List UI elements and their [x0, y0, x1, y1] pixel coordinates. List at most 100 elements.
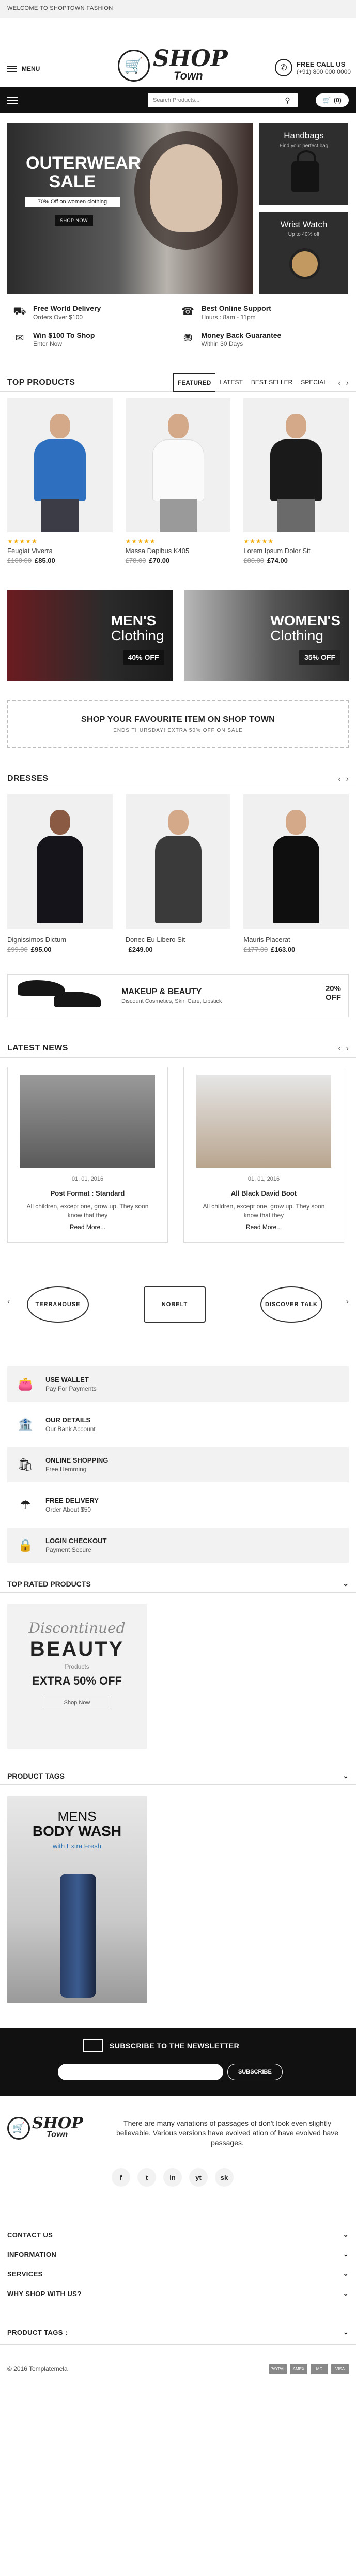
- footer-link-contact[interactable]: CONTACT US ⌄: [0, 2225, 356, 2244]
- product-image[interactable]: [243, 398, 349, 532]
- skype-icon[interactable]: sk: [215, 2168, 234, 2187]
- product-card[interactable]: ★★★★★ Feugiat Viverra £100.00 £85.00: [7, 398, 113, 564]
- chevron-right-icon[interactable]: ›: [346, 379, 349, 388]
- mens-banner-title: MEN'S Clothing: [111, 613, 164, 643]
- chevron-right-icon[interactable]: ›: [346, 1297, 349, 1307]
- read-more-link[interactable]: Read More...: [196, 1223, 331, 1231]
- brand-logo[interactable]: TERRAHOUSE: [7, 1274, 109, 1336]
- product-card[interactable]: Mauris Placerat £177.00 £163.00: [243, 794, 349, 953]
- makeup-offer-off: OFF: [326, 993, 341, 1002]
- news-title[interactable]: All Black David Boot: [196, 1189, 331, 1197]
- brand-carousel: ‹ TERRAHOUSE NOBELT DISCOVER TALK ›: [0, 1243, 356, 1336]
- watch-banner[interactable]: Wrist Watch Up to 40% off: [259, 212, 348, 294]
- bodywash-banner[interactable]: MENS BODY WASH with Extra Fresh: [7, 1796, 147, 2003]
- bodywash-title: MENS BODY WASH: [7, 1809, 147, 1839]
- news-image[interactable]: [196, 1075, 331, 1168]
- call-info: ✆ FREE CALL US (+91) 800 000 0000: [274, 59, 351, 76]
- womens-title-a: WOMEN'S: [270, 612, 340, 629]
- subscribe-button[interactable]: SUBSCRIBE: [227, 2064, 283, 2080]
- tab-best-seller[interactable]: BEST SELLER: [247, 373, 297, 392]
- makeup-banner[interactable]: MAKEUP & BEAUTY Discount Cosmetics, Skin…: [7, 974, 349, 1017]
- chevron-left-icon[interactable]: ‹: [338, 379, 340, 388]
- news-image[interactable]: [20, 1075, 155, 1168]
- chevron-right-icon[interactable]: ›: [346, 775, 349, 784]
- phone-icon: ✆: [274, 59, 292, 76]
- product-image[interactable]: [125, 794, 231, 929]
- product-name[interactable]: Dignissimos Dictum: [7, 936, 113, 944]
- chevron-right-icon[interactable]: ›: [346, 1044, 349, 1054]
- product-image[interactable]: [7, 398, 113, 532]
- news-list: 01, 01, 2016 Post Format : Standard All …: [0, 1058, 356, 1243]
- product-card[interactable]: ★★★★★ Lorem Ipsum Dolor Sit £88.00 £74.00: [243, 398, 349, 564]
- cart-logo-icon: 🛒: [118, 50, 150, 82]
- category-menu-icon[interactable]: [7, 97, 18, 104]
- shop-now-button[interactable]: SHOP NOW: [55, 215, 93, 226]
- new-price: £70.00: [149, 557, 170, 564]
- dresses-header: DRESSES ‹ ›: [0, 769, 356, 788]
- product-image[interactable]: [243, 794, 349, 929]
- bag-icon: 🛍: [17, 1457, 34, 1472]
- top-rated-toggle[interactable]: TOP RATED PRODUCTS ⌄: [0, 1575, 356, 1593]
- site-logo[interactable]: 🛒 SHOP Town: [118, 42, 237, 89]
- product-price: £99.00 £95.00: [7, 946, 113, 953]
- product-card[interactable]: Dignissimos Dictum £99.00 £95.00: [7, 794, 113, 953]
- brand-logo[interactable]: DISCOVER TALK: [241, 1274, 342, 1336]
- news-card[interactable]: 01, 01, 2016 All Black David Boot All ch…: [183, 1067, 344, 1243]
- favourite-promo[interactable]: SHOP YOUR FAVOURITE ITEM ON SHOP TOWN EN…: [7, 700, 349, 748]
- womens-clothing-banner[interactable]: WOMEN'S Clothing 35% OFF: [183, 590, 349, 681]
- amex-icon: AMEX: [290, 2364, 307, 2374]
- footer-logo[interactable]: 🛒 SHOP Town: [7, 2116, 95, 2140]
- news-title[interactable]: Post Format : Standard: [20, 1189, 155, 1197]
- product-name[interactable]: Donec Eu Libero Sit: [126, 936, 231, 944]
- product-name[interactable]: Lorem Ipsum Dolor Sit: [243, 547, 349, 555]
- product-name[interactable]: Feugiat Viverra: [7, 547, 113, 555]
- makeup-offer-pct: 20%: [325, 984, 341, 993]
- beauty-banner[interactable]: Discontinued BEAUTY Products EXTRA 50% O…: [7, 1604, 147, 1749]
- footer-link-information[interactable]: INFORMATION ⌄: [0, 2244, 356, 2264]
- product-card[interactable]: Donec Eu Libero Sit £249.00: [125, 794, 231, 953]
- lock-icon: 🔒: [18, 1538, 33, 1552]
- tab-featured[interactable]: FEATURED: [173, 373, 216, 392]
- old-price: £78.00: [125, 557, 146, 564]
- twitter-icon[interactable]: t: [137, 2168, 156, 2187]
- carousel-arrows: ‹ ›: [338, 775, 349, 784]
- footer-link-services[interactable]: SERVICES ⌄: [0, 2264, 356, 2284]
- product-image[interactable]: [125, 398, 231, 532]
- chevron-left-icon[interactable]: ‹: [338, 775, 340, 784]
- newsletter-email-input[interactable]: [58, 2064, 223, 2080]
- footer-logo-main: SHOP: [32, 2114, 83, 2132]
- chevron-left-icon[interactable]: ‹: [338, 1044, 340, 1054]
- product-tags-title: PRODUCT TAGS: [7, 1771, 65, 1780]
- feature-item: ⛃ Money Back Guarantee Within 30 Days: [181, 331, 349, 348]
- facebook-icon[interactable]: f: [112, 2168, 130, 2187]
- product-name[interactable]: Massa Dapibus K405: [126, 547, 231, 555]
- tab-latest[interactable]: LATEST: [215, 373, 246, 392]
- handbags-title: Handbags: [284, 131, 324, 140]
- beauty-shop-button[interactable]: Shop Now: [42, 1695, 112, 1710]
- search-icon[interactable]: ⚲: [277, 93, 298, 107]
- chevron-left-icon[interactable]: ‹: [7, 1297, 10, 1307]
- mens-clothing-banner[interactable]: MEN'S Clothing 40% OFF: [7, 590, 173, 681]
- news-text: All children, except one, grow up. They …: [26, 1203, 149, 1219]
- brand-logo[interactable]: NOBELT: [124, 1274, 225, 1336]
- product-card[interactable]: ★★★★★ Massa Dapibus K405 £78.00 £70.00: [125, 398, 231, 564]
- search-input[interactable]: [148, 93, 277, 107]
- footer-link-why-shop[interactable]: WHY SHOP WITH US? ⌄: [0, 2284, 356, 2303]
- product-tags-toggle[interactable]: PRODUCT TAGS ⌄: [0, 1767, 356, 1785]
- footer-product-tags[interactable]: PRODUCT TAGS : ⌄: [0, 2320, 356, 2345]
- linkedin-icon[interactable]: in: [163, 2168, 182, 2187]
- news-card[interactable]: 01, 01, 2016 Post Format : Standard All …: [7, 1067, 168, 1243]
- menu-button[interactable]: MENU: [7, 65, 40, 72]
- main-banner[interactable]: OUTERWEAR SALE 70% Off on women clothing…: [7, 123, 253, 294]
- read-more-link[interactable]: Read More...: [20, 1223, 155, 1231]
- cart-button[interactable]: 🛒 (0): [316, 93, 349, 107]
- youtube-icon[interactable]: yt: [189, 2168, 208, 2187]
- section-title: DRESSES: [7, 774, 49, 783]
- makeup-offer: 20% OFF: [325, 984, 341, 1002]
- tab-special[interactable]: SPECIAL: [297, 373, 331, 392]
- product-image[interactable]: [7, 794, 113, 929]
- chevron-down-icon: ⌄: [343, 2328, 349, 2336]
- handbags-banner[interactable]: Handbags Find your perfect bag: [259, 123, 348, 205]
- product-name[interactable]: Mauris Placerat: [243, 936, 349, 944]
- mastercard-icon: MC: [311, 2364, 328, 2374]
